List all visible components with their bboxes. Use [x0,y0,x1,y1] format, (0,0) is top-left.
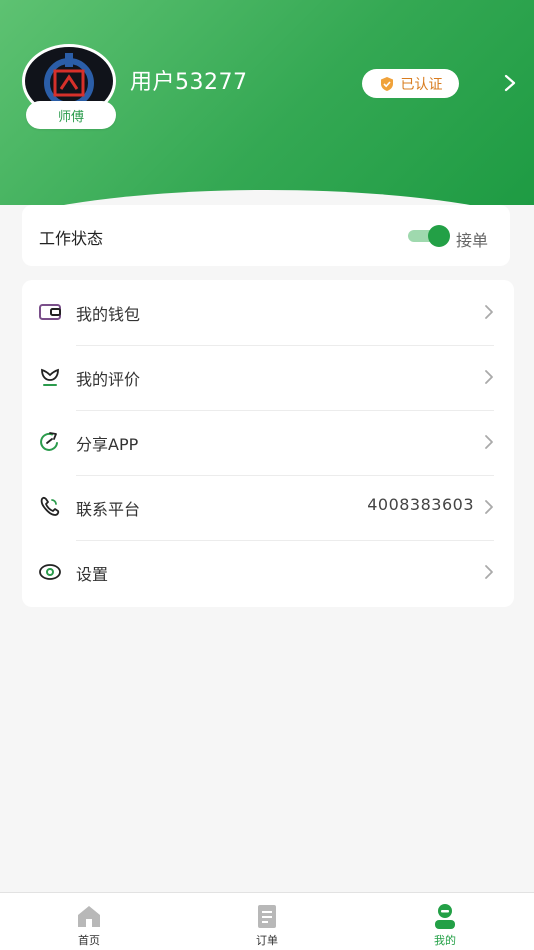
menu-label: 我的钱包 [76,305,141,324]
menu-label: 我的评价 [76,370,141,389]
certified-badge[interactable]: 已认证 [362,69,459,98]
tab-profile[interactable]: 我的 [356,893,534,950]
share-icon [40,432,58,451]
tab-label: 首页 [78,934,100,947]
username: 用户53277 [130,70,248,95]
wallet-icon [39,304,61,320]
work-status-value: 接单 [456,231,489,250]
tab-home[interactable]: 首页 [0,893,178,950]
home-icon [78,906,100,927]
menu-item-reviews[interactable]: 我的评价 [22,345,514,410]
toggle-knob [428,225,450,247]
review-icon [41,368,59,386]
tab-label: 订单 [256,934,278,947]
chevron-right-icon [485,370,493,384]
role-badge: 师傅 [26,101,116,129]
menu-item-settings[interactable]: 设置 [22,540,514,605]
header-curve [0,190,534,205]
work-status-card: 工作状态 接单 [22,205,510,266]
menu-item-share[interactable]: 分享APP [22,410,514,475]
chevron-right-icon [485,435,493,449]
settings-icon [39,564,61,580]
avatar[interactable] [22,44,116,118]
chevron-right-icon [485,500,493,514]
work-status-toggle[interactable] [408,225,450,247]
shield-check-icon [380,76,393,91]
chevron-right-icon [485,565,493,579]
menu-label: 设置 [76,565,109,584]
phone-icon [40,496,60,516]
profile-icon [435,904,455,929]
contact-phone-number: 4008383603 [367,495,474,514]
tab-orders[interactable]: 订单 [178,893,356,950]
tab-label: 我的 [434,934,456,947]
order-icon [258,905,276,928]
menu-card: 我的钱包 我的评价 分享APP 联系平台 4008383603 设置 [22,280,514,607]
bottom-tab-bar: 首页 订单 我的 [0,892,534,950]
certified-label: 已认证 [400,76,443,93]
menu-label: 分享APP [76,435,139,454]
work-status-label: 工作状态 [39,229,104,248]
chevron-right-icon [485,305,493,319]
menu-item-wallet[interactable]: 我的钱包 [22,280,514,345]
chevron-right-icon[interactable] [500,72,520,94]
menu-label: 联系平台 [76,500,141,519]
menu-item-contact[interactable]: 联系平台 4008383603 [22,475,514,540]
